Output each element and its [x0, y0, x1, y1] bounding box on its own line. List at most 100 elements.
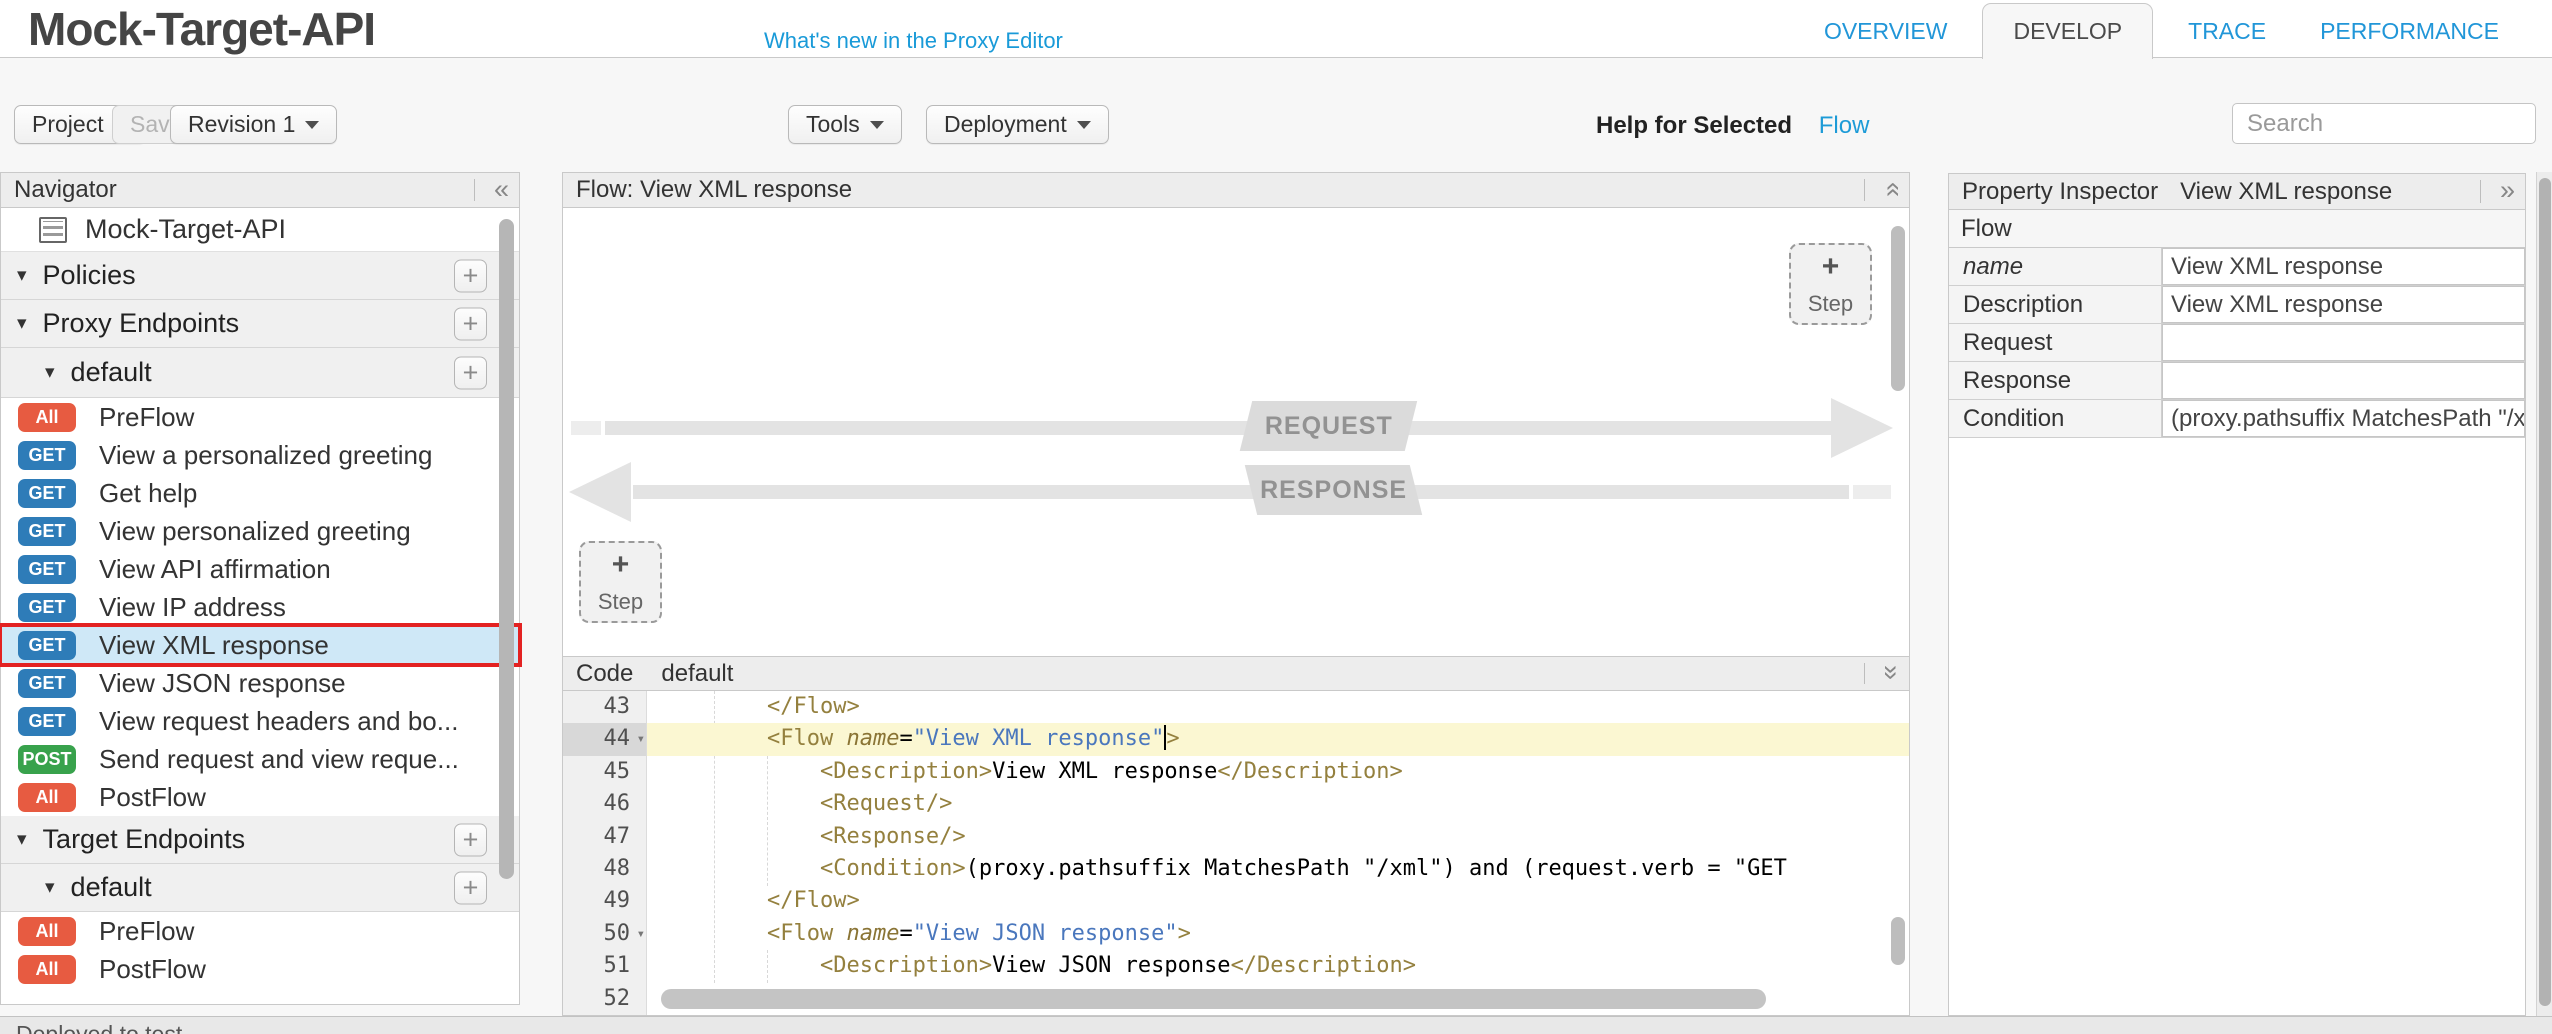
flow-item-label: View IP address: [99, 592, 286, 623]
revision-menu-button[interactable]: Revision 1: [170, 105, 337, 144]
flow-item[interactable]: GET View a personalized greeting: [1, 436, 519, 474]
xml-code-editor[interactable]: 43 </Flow> 44▾ <Flow name="View XML resp…: [563, 691, 1909, 1015]
flow-scrollbar[interactable]: [1891, 226, 1905, 391]
section-policies[interactable]: ▾ Policies +: [1, 252, 519, 300]
add-target-flow-button[interactable]: +: [454, 871, 487, 904]
whats-new-link[interactable]: What's new in the Proxy Editor: [764, 28, 1063, 54]
fold-arrow-icon[interactable]: ▾: [637, 723, 645, 755]
main-tabs: OVERVIEW DEVELOP TRACE PERFORMANCE: [1797, 0, 2526, 59]
code-vertical-scrollbar[interactable]: [1891, 917, 1905, 965]
inspector-section-label: Flow: [1961, 215, 2012, 243]
window-scrollbar-track[interactable]: [2536, 172, 2552, 1016]
section-proxy-endpoints[interactable]: ▾ Proxy Endpoints +: [1, 300, 519, 348]
code-line-45[interactable]: 45 <Description>View XML response</Descr…: [563, 756, 1909, 788]
fold-arrow-icon[interactable]: ▾: [637, 918, 645, 950]
selected-flow-name: View XML response: [2180, 178, 2392, 206]
flow-item-preflow[interactable]: All PreFlow: [1, 398, 519, 436]
target-flow-item-preflow[interactable]: All PreFlow: [1, 912, 519, 950]
property-label: Request: [1949, 324, 2162, 361]
code-text: <Flow name="View XML response">: [647, 723, 1909, 755]
property-label: Description: [1949, 286, 2162, 323]
property-row-condition: Condition (proxy.pathsuffix MatchesPath …: [1949, 400, 2525, 438]
code-line-50[interactable]: 50▾ <Flow name="View JSON response">: [563, 918, 1909, 950]
code-text: <Request/>: [647, 788, 1909, 820]
flow-item[interactable]: GET View personalized greeting: [1, 512, 519, 550]
plus-icon: +: [612, 550, 630, 580]
add-policy-button[interactable]: +: [454, 259, 487, 292]
tools-menu-button[interactable]: Tools: [788, 105, 902, 144]
method-badge: GET: [18, 517, 76, 546]
add-flow-button[interactable]: +: [454, 356, 487, 389]
flow-item-label: View a personalized greeting: [99, 440, 432, 471]
flow-item[interactable]: GET View API affirmation: [1, 550, 519, 588]
property-row-request: Request: [1949, 324, 2525, 362]
section-label: Target Endpoints: [43, 824, 246, 855]
target-flow-item-postflow[interactable]: All PostFlow: [1, 950, 519, 988]
collapse-code-icon[interactable]: »: [1876, 665, 1907, 680]
flow-item[interactable]: GET View JSON response: [1, 664, 519, 702]
add-step-button-request[interactable]: + Step: [1789, 243, 1872, 325]
flow-item-postflow[interactable]: All PostFlow: [1, 778, 519, 816]
property-value-field[interactable]: View XML response: [2162, 286, 2525, 323]
code-line-43[interactable]: 43 </Flow>: [563, 691, 1909, 723]
flow-item[interactable]: GET View IP address: [1, 588, 519, 626]
caret-down-icon: ▾: [45, 876, 55, 899]
property-value-field[interactable]: [2162, 324, 2525, 361]
tools-menu-label: Tools: [806, 111, 860, 138]
property-value-field[interactable]: [2162, 362, 2525, 399]
search-input[interactable]: [2232, 103, 2536, 144]
collapse-panel-icon[interactable]: «: [494, 174, 509, 205]
help-flow-link[interactable]: Flow: [1819, 112, 1870, 139]
flow-item-label: Get help: [99, 478, 197, 509]
method-badge: GET: [18, 555, 76, 584]
code-header: Code default »: [563, 656, 1909, 691]
code-line-47[interactable]: 47 <Response/>: [563, 821, 1909, 853]
property-row-name: name View XML response: [1949, 248, 2525, 286]
code-line-51[interactable]: 51 <Description>View JSON response</Desc…: [563, 950, 1909, 982]
collapse-flow-icon[interactable]: »: [1876, 182, 1907, 197]
help-for-selected: Help for Selected Flow: [1596, 112, 1869, 140]
tab-develop[interactable]: DEVELOP: [1982, 3, 2153, 59]
add-target-endpoint-button[interactable]: +: [454, 823, 487, 856]
code-horizontal-scrollbar[interactable]: [661, 989, 1766, 1009]
property-value-field[interactable]: (proxy.pathsuffix MatchesPath "/xml") an…: [2162, 400, 2525, 437]
tab-trace[interactable]: TRACE: [2161, 4, 2293, 59]
flow-item[interactable]: GET Get help: [1, 474, 519, 512]
section-proxy-default[interactable]: ▾ default +: [1, 348, 519, 398]
code-text: </Flow>: [647, 691, 1909, 723]
chevron-down-icon: [870, 121, 884, 129]
step-label: Step: [598, 589, 643, 615]
navigator-scrollbar[interactable]: [499, 219, 514, 879]
property-value-field[interactable]: View XML response: [2162, 248, 2525, 285]
navigator-proxy-root[interactable]: Mock-Target-API: [1, 208, 519, 252]
tab-overview[interactable]: OVERVIEW: [1797, 4, 1975, 59]
code-line-49[interactable]: 49 </Flow>: [563, 885, 1909, 917]
line-number: 48: [563, 853, 647, 885]
section-target-default[interactable]: ▾ default +: [1, 864, 519, 912]
flow-item[interactable]: GET View request headers and bo...: [1, 702, 519, 740]
section-target-endpoints[interactable]: ▾ Target Endpoints +: [1, 816, 519, 864]
code-line-48[interactable]: 48 <Condition>(proxy.pathsuffix MatchesP…: [563, 853, 1909, 885]
chevron-down-icon: [305, 121, 319, 129]
navigator-title: Navigator: [14, 176, 117, 204]
line-number: 43: [563, 691, 647, 723]
flow-item-selected[interactable]: GET View XML response: [1, 626, 519, 664]
add-step-button-response[interactable]: + Step: [579, 541, 662, 623]
flow-item-label: PreFlow: [99, 916, 194, 947]
window-scrollbar-thumb[interactable]: [2539, 178, 2551, 1006]
caret-down-icon: ▾: [17, 264, 27, 287]
code-text: <Condition>(proxy.pathsuffix MatchesPath…: [647, 853, 1909, 885]
expand-panel-icon[interactable]: »: [2500, 175, 2515, 206]
section-label: Proxy Endpoints: [43, 308, 240, 339]
flow-item[interactable]: POST Send request and view reque...: [1, 740, 519, 778]
request-banner-label: REQUEST: [1265, 412, 1393, 441]
plus-icon: +: [1822, 252, 1840, 282]
line-number: 52: [563, 983, 647, 1015]
code-line-46[interactable]: 46 <Request/>: [563, 788, 1909, 820]
tab-performance[interactable]: PERFORMANCE: [2293, 4, 2526, 59]
deployment-menu-button[interactable]: Deployment: [926, 105, 1109, 144]
add-proxy-endpoint-button[interactable]: +: [454, 307, 487, 340]
code-line-44[interactable]: 44▾ <Flow name="View XML response">: [563, 723, 1909, 755]
flow-item-label: PostFlow: [99, 782, 206, 813]
caret-down-icon: ▾: [17, 312, 27, 335]
